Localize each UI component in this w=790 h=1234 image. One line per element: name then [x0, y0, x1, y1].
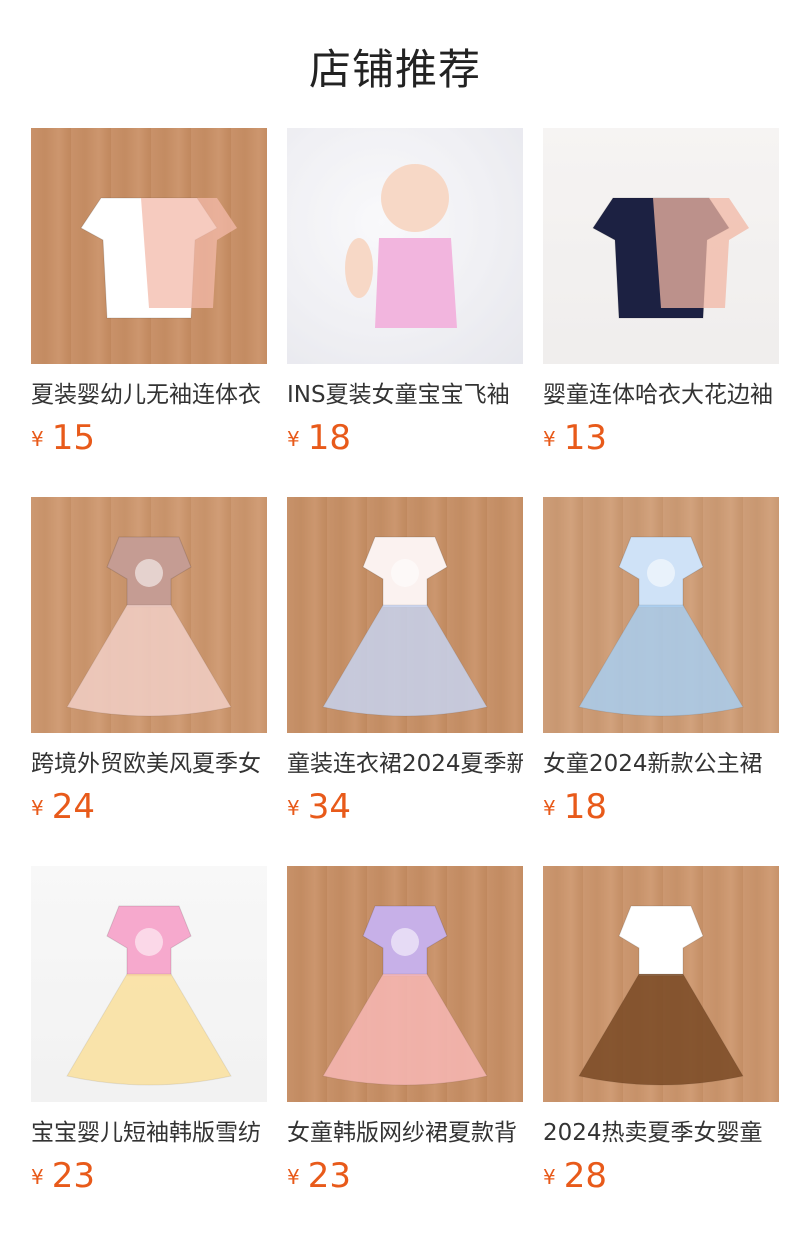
currency-symbol: ¥ [287, 427, 300, 451]
price-value: 23 [307, 1156, 351, 1196]
product-image[interactable] [31, 497, 267, 733]
currency-symbol: ¥ [543, 427, 556, 451]
product-grid: 夏装婴幼儿无袖连体衣 ¥15 INS夏装女童宝宝飞袖 ¥18 婴童连体哈衣大花边… [31, 128, 790, 1196]
product-price: ¥18 [543, 787, 607, 827]
product-price: ¥18 [287, 418, 351, 458]
product-card[interactable]: 跨境外贸欧美风夏季女 ¥24 [31, 497, 267, 827]
price-value: 18 [307, 418, 351, 458]
product-image[interactable] [543, 128, 779, 364]
currency-symbol: ¥ [543, 796, 556, 820]
currency-symbol: ¥ [31, 796, 44, 820]
product-image[interactable] [31, 866, 267, 1102]
bodysuit-shape [375, 238, 457, 328]
price-value: 23 [51, 1156, 95, 1196]
product-name[interactable]: 宝宝婴儿短袖韩版雪纺 [31, 1117, 267, 1153]
dress-print-shape [391, 928, 419, 956]
price-value: 18 [563, 787, 607, 827]
dress-print-shape [647, 559, 675, 587]
product-name[interactable]: INS夏装女童宝宝飞袖 [287, 379, 523, 415]
product-image[interactable] [287, 866, 523, 1102]
product-card[interactable]: 宝宝婴儿短袖韩版雪纺 ¥23 [31, 866, 267, 1196]
product-price: ¥28 [543, 1156, 607, 1196]
product-price: ¥34 [287, 787, 351, 827]
product-price: ¥23 [31, 1156, 95, 1196]
product-image[interactable] [287, 497, 523, 733]
product-price: ¥24 [31, 787, 95, 827]
price-value: 34 [307, 787, 351, 827]
baby-arm-shape [345, 238, 373, 298]
product-card[interactable]: 女童韩版网纱裙夏款背 ¥23 [287, 866, 523, 1196]
dress-print-shape [135, 559, 163, 587]
dress-print-shape [135, 928, 163, 956]
currency-symbol: ¥ [543, 1165, 556, 1189]
price-value: 28 [563, 1156, 607, 1196]
dress-print-shape [647, 928, 675, 956]
product-card[interactable]: 婴童连体哈衣大花边袖 ¥13 [543, 128, 779, 458]
product-card[interactable]: 2024热卖夏季女婴童 ¥28 [543, 866, 779, 1196]
product-price: ¥23 [287, 1156, 351, 1196]
product-card[interactable]: INS夏装女童宝宝飞袖 ¥18 [287, 128, 523, 458]
dress-print-shape [391, 559, 419, 587]
product-price: ¥15 [31, 418, 95, 458]
product-name[interactable]: 跨境外贸欧美风夏季女 [31, 748, 267, 784]
product-image[interactable] [543, 866, 779, 1102]
price-value: 15 [51, 418, 95, 458]
price-value: 13 [563, 418, 607, 458]
product-name[interactable]: 婴童连体哈衣大花边袖 [543, 379, 779, 415]
page-title: 店铺推荐 [308, 45, 481, 94]
product-price: ¥13 [543, 418, 607, 458]
product-image[interactable] [287, 128, 523, 364]
product-name[interactable]: 女童2024新款公主裙 [543, 748, 779, 784]
product-card[interactable]: 夏装婴幼儿无袖连体衣 ¥15 [31, 128, 267, 458]
product-image[interactable] [543, 497, 779, 733]
currency-symbol: ¥ [31, 1165, 44, 1189]
product-image[interactable] [31, 128, 267, 364]
currency-symbol: ¥ [287, 1165, 300, 1189]
product-card[interactable]: 女童2024新款公主裙 ¥18 [543, 497, 779, 827]
product-name[interactable]: 2024热卖夏季女婴童 [543, 1117, 779, 1153]
currency-symbol: ¥ [287, 796, 300, 820]
baby-head-shape [381, 164, 449, 232]
product-name[interactable]: 女童韩版网纱裙夏款背 [287, 1117, 523, 1153]
product-name[interactable]: 夏装婴幼儿无袖连体衣 [31, 379, 267, 415]
product-card[interactable]: 童装连衣裙2024夏季新 ¥34 [287, 497, 523, 827]
currency-symbol: ¥ [31, 427, 44, 451]
price-value: 24 [51, 787, 95, 827]
product-name[interactable]: 童装连衣裙2024夏季新 [287, 748, 523, 784]
